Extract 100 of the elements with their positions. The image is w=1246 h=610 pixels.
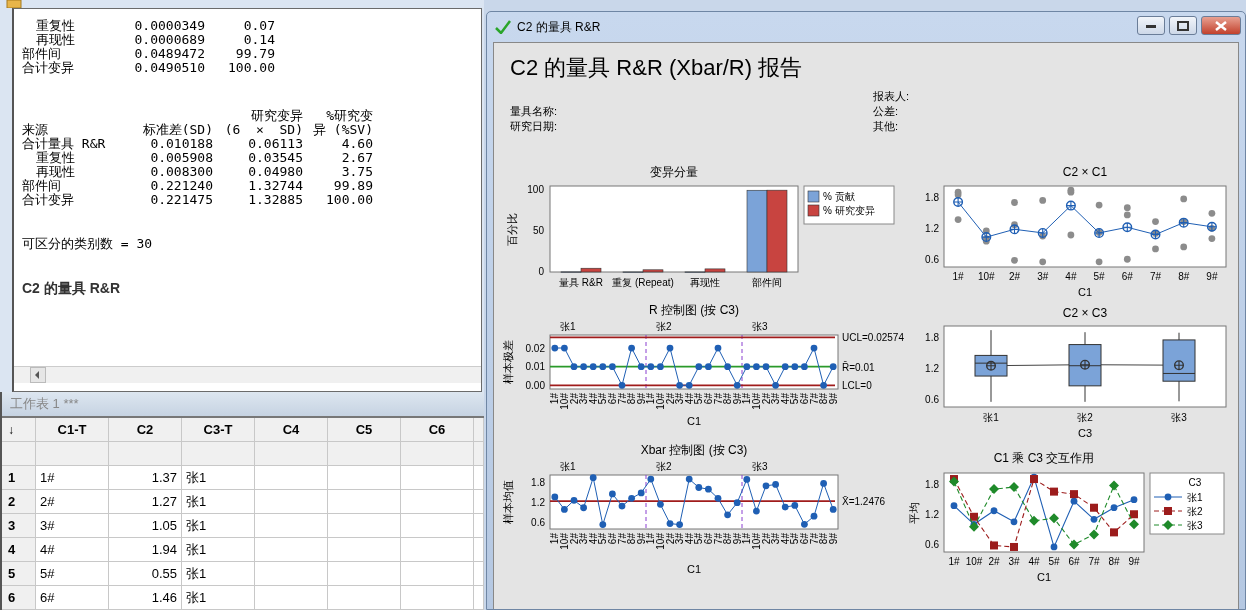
axis-tick-label: 2# xyxy=(664,393,676,405)
control-limit-label: LCL=0 xyxy=(842,380,872,392)
axis-tick-label: 1# xyxy=(645,393,657,405)
axis-tick-label: 1.8 xyxy=(925,478,939,490)
control-limit-label: R̄=0.01 xyxy=(842,361,875,373)
axis-tick-label: 8# xyxy=(626,393,638,405)
section-title: C2 的量具 R&R xyxy=(22,281,121,295)
axis-tick-label: 3# xyxy=(674,533,686,545)
source-label: 再现性 xyxy=(35,33,76,47)
field-label: 公差: xyxy=(873,104,900,119)
pct-study-var-value: 3.75 xyxy=(340,165,373,179)
axis-tick-label: 9# xyxy=(731,393,743,405)
axis-tick-label: 8# xyxy=(1178,271,1190,282)
axis-tick-label: 7# xyxy=(1088,556,1100,567)
axis-label: C1 xyxy=(1077,286,1093,298)
axis-tick-label: 0.6 xyxy=(925,393,939,405)
field-label: 量具名称: xyxy=(510,104,559,119)
axis-tick-label: 2# xyxy=(760,393,772,405)
pct-study-var-value: 100.00 xyxy=(325,193,373,207)
axis-tick-label: 1# xyxy=(549,533,561,545)
axis-tick-label: 10# xyxy=(750,533,762,550)
axis-tick-label: 部件间 xyxy=(752,277,782,288)
axis-tick-label: 0 xyxy=(538,266,544,277)
axis-tick-label: 1.2 xyxy=(531,497,545,509)
axis-tick-label: 5# xyxy=(789,533,801,545)
sd-value: 0.221475 xyxy=(149,193,213,207)
axis-tick-label: 10# xyxy=(558,393,570,410)
axis-tick-label: 4# xyxy=(683,533,695,545)
axis-tick-label: 5# xyxy=(693,533,705,545)
window-title: C2 的量具 R&R xyxy=(517,18,601,36)
axis-tick-label: 5# xyxy=(597,393,609,405)
axis-tick-label: 8# xyxy=(626,533,638,545)
axis-tick-label: 10# xyxy=(977,271,995,282)
axis-tick-label: 8# xyxy=(1108,556,1120,567)
axis-tick-label: 2# xyxy=(568,533,580,545)
source-label: 合计变异 xyxy=(22,193,75,207)
axis-label: 样本极差 xyxy=(502,340,514,384)
legend-label: 张1 xyxy=(1187,492,1203,503)
axis-tick-label: 量具 R&R xyxy=(559,277,603,288)
study-var-value: 0.06113 xyxy=(247,137,303,151)
axis-tick-label: 2# xyxy=(664,533,676,545)
axis-tick-label: 10# xyxy=(750,393,762,410)
source-label: 再现性 xyxy=(35,165,76,179)
axis-label: 平均 xyxy=(908,501,920,524)
chart-title: Xbar 控制图 (按 C3) xyxy=(640,443,748,457)
axis-tick-label: 1.8 xyxy=(925,191,939,203)
column-header: 研究变异 (6 × SD) xyxy=(223,109,303,137)
group-label: 张1 xyxy=(560,461,576,472)
axis-tick-label: 10# xyxy=(558,533,570,550)
source-label: 重复性 xyxy=(35,19,76,33)
group-label: 张2 xyxy=(656,321,672,332)
axis-tick-label: 1# xyxy=(948,556,960,567)
axis-tick-label: 6# xyxy=(606,533,618,545)
axis-tick-label: 1.2 xyxy=(925,508,939,520)
variance-value: 0.0490510 xyxy=(133,61,205,75)
legend-label: 张2 xyxy=(1187,506,1203,517)
study-var-value: 0.03545 xyxy=(247,151,303,165)
axis-tick-label: 8# xyxy=(818,533,830,545)
axis-tick-label: 9# xyxy=(827,393,839,405)
axis-tick-label: 1# xyxy=(645,533,657,545)
field-label: 其他: xyxy=(873,119,900,134)
axis-tick-label: 张3 xyxy=(1171,412,1187,423)
pct-study-var-value: 99.89 xyxy=(332,179,373,193)
axis-tick-label: 0.02 xyxy=(525,342,545,354)
axis-tick-label: 9# xyxy=(635,533,647,545)
control-limit-label: UCL=0.02574 xyxy=(842,332,904,344)
pct-study-var-value: 2.67 xyxy=(340,151,373,165)
axis-tick-label: 9# xyxy=(1128,556,1140,567)
worksheet-title: 工作表 1 *** xyxy=(2,392,484,418)
report-heading: C2 的量具 R&R (Xbar/R) 报告 xyxy=(510,54,804,82)
axis-tick-label: 9# xyxy=(1206,271,1218,282)
source-label: 部件间 xyxy=(22,179,61,193)
axis-tick-label: 7# xyxy=(616,533,628,545)
axis-tick-label: 5# xyxy=(789,393,801,405)
field-label: 研究日期: xyxy=(510,119,559,134)
chart-title: R 控制图 (按 C3) xyxy=(649,303,739,317)
sd-value: 0.010188 xyxy=(149,137,213,151)
axis-tick-label: 4# xyxy=(1065,271,1077,282)
axis-tick-label: 1.8 xyxy=(925,331,939,343)
pct-study-var-value: 4.60 xyxy=(340,137,373,151)
variance-value: 0.0000349 xyxy=(133,19,205,33)
group-label: 张3 xyxy=(752,461,768,472)
source-label: 合计量具 R&R xyxy=(22,137,107,151)
axis-tick-label: 100 xyxy=(527,184,544,196)
axis-label: C1 xyxy=(1036,571,1052,583)
chart-title: C2 × C1 xyxy=(1062,165,1108,179)
axis-tick-label: 50 xyxy=(532,225,544,237)
axis-tick-label: 0.00 xyxy=(525,379,545,391)
axis-tick-label: 2# xyxy=(568,393,580,405)
axis-tick-label: 4# xyxy=(779,533,791,545)
axis-tick-label: 7# xyxy=(616,393,628,405)
column-header: 来源 xyxy=(22,123,49,137)
axis-tick-label: 4# xyxy=(779,393,791,405)
axis-tick-label: 6# xyxy=(702,533,714,545)
axis-tick-label: 7# xyxy=(712,393,724,405)
axis-tick-label: 5# xyxy=(597,533,609,545)
chart-title: C1 乘 C3 交互作用 xyxy=(993,451,1095,465)
axis-tick-label: 10# xyxy=(965,556,983,567)
variance-value: 0.0489472 xyxy=(133,47,205,61)
axis-tick-label: 8# xyxy=(722,533,734,545)
